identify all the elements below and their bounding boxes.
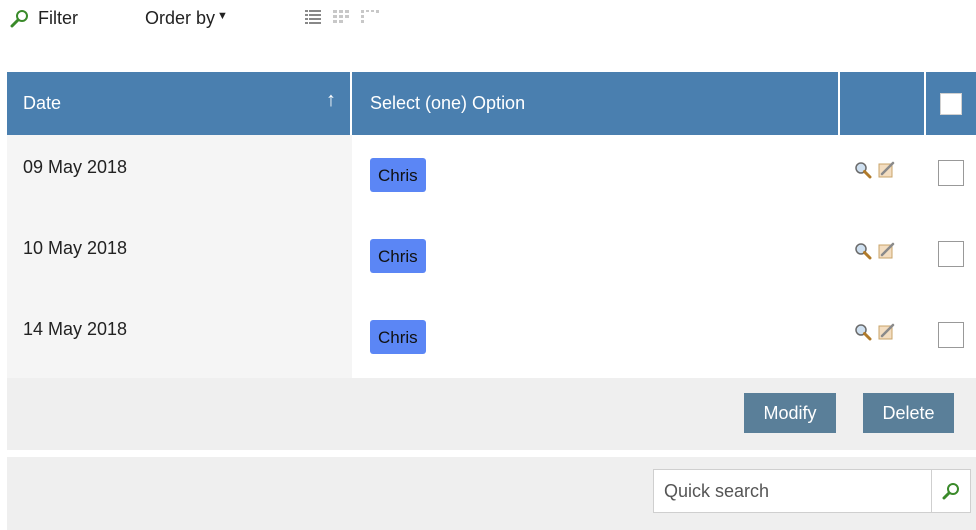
search-icon bbox=[942, 483, 959, 500]
column-header-option[interactable]: Select (one) Option bbox=[352, 72, 840, 135]
date-cell: 14 May 2018 bbox=[7, 297, 352, 378]
select-all-checkbox[interactable] bbox=[940, 92, 962, 115]
row-actions bbox=[840, 216, 926, 297]
search-button[interactable] bbox=[931, 470, 970, 512]
filter-search-icon bbox=[10, 9, 28, 27]
row-checkbox[interactable] bbox=[938, 322, 964, 348]
sort-ascending-icon[interactable]: ↑ bbox=[326, 89, 336, 112]
delete-button[interactable]: Delete bbox=[863, 393, 954, 433]
column-header-actions bbox=[840, 72, 926, 135]
table-header: Date ↑ Select (one) Option bbox=[7, 72, 976, 135]
option-tag: Chris bbox=[370, 239, 426, 273]
magnifier-view-icon[interactable] bbox=[854, 161, 872, 184]
table-row: 14 May 2018 Chris bbox=[7, 297, 976, 378]
table-row: 09 May 2018 Chris bbox=[7, 135, 976, 216]
row-actions bbox=[840, 297, 926, 378]
quick-search-input[interactable] bbox=[654, 470, 932, 512]
toolbar: Filter Order by ▼ bbox=[0, 0, 976, 40]
magnifier-view-icon[interactable] bbox=[854, 323, 872, 346]
column-header-select bbox=[926, 72, 976, 135]
row-checkbox[interactable] bbox=[938, 241, 964, 267]
magnifier-view-icon[interactable] bbox=[854, 242, 872, 265]
table-row: 10 May 2018 Chris bbox=[7, 216, 976, 297]
chevron-down-icon: ▼ bbox=[217, 9, 228, 22]
grid-view-icon[interactable] bbox=[333, 9, 349, 27]
option-tag: Chris bbox=[370, 320, 426, 354]
modify-button[interactable]: Modify bbox=[744, 393, 836, 433]
list-view-icon[interactable] bbox=[305, 9, 321, 27]
data-table: Date ↑ Select (one) Option 09 May 2018 C… bbox=[7, 72, 976, 378]
option-header-label: Select (one) Option bbox=[370, 93, 526, 113]
row-select-cell bbox=[926, 297, 976, 378]
edit-icon[interactable] bbox=[878, 242, 896, 265]
edit-icon[interactable] bbox=[878, 323, 896, 346]
order-by-dropdown[interactable]: Order by ▼ bbox=[145, 8, 228, 29]
edit-icon[interactable] bbox=[878, 161, 896, 184]
date-cell: 09 May 2018 bbox=[7, 135, 352, 216]
order-by-label: Order by bbox=[145, 8, 216, 28]
actions-bar: Modify Delete bbox=[7, 378, 976, 450]
filter-label: Filter bbox=[38, 8, 78, 28]
tiles-view-icon[interactable] bbox=[361, 9, 379, 27]
row-actions bbox=[840, 135, 926, 216]
quick-search-box bbox=[653, 469, 971, 513]
search-bar bbox=[7, 457, 976, 530]
option-cell: Chris bbox=[352, 216, 840, 297]
option-tag: Chris bbox=[370, 158, 426, 192]
option-cell: Chris bbox=[352, 297, 840, 378]
row-select-cell bbox=[926, 216, 976, 297]
option-cell: Chris bbox=[352, 135, 840, 216]
date-header-label: Date bbox=[23, 93, 62, 113]
column-header-date[interactable]: Date ↑ bbox=[7, 72, 352, 135]
filter-button[interactable]: Filter bbox=[10, 8, 78, 29]
row-checkbox[interactable] bbox=[938, 160, 964, 186]
row-select-cell bbox=[926, 135, 976, 216]
date-cell: 10 May 2018 bbox=[7, 216, 352, 297]
